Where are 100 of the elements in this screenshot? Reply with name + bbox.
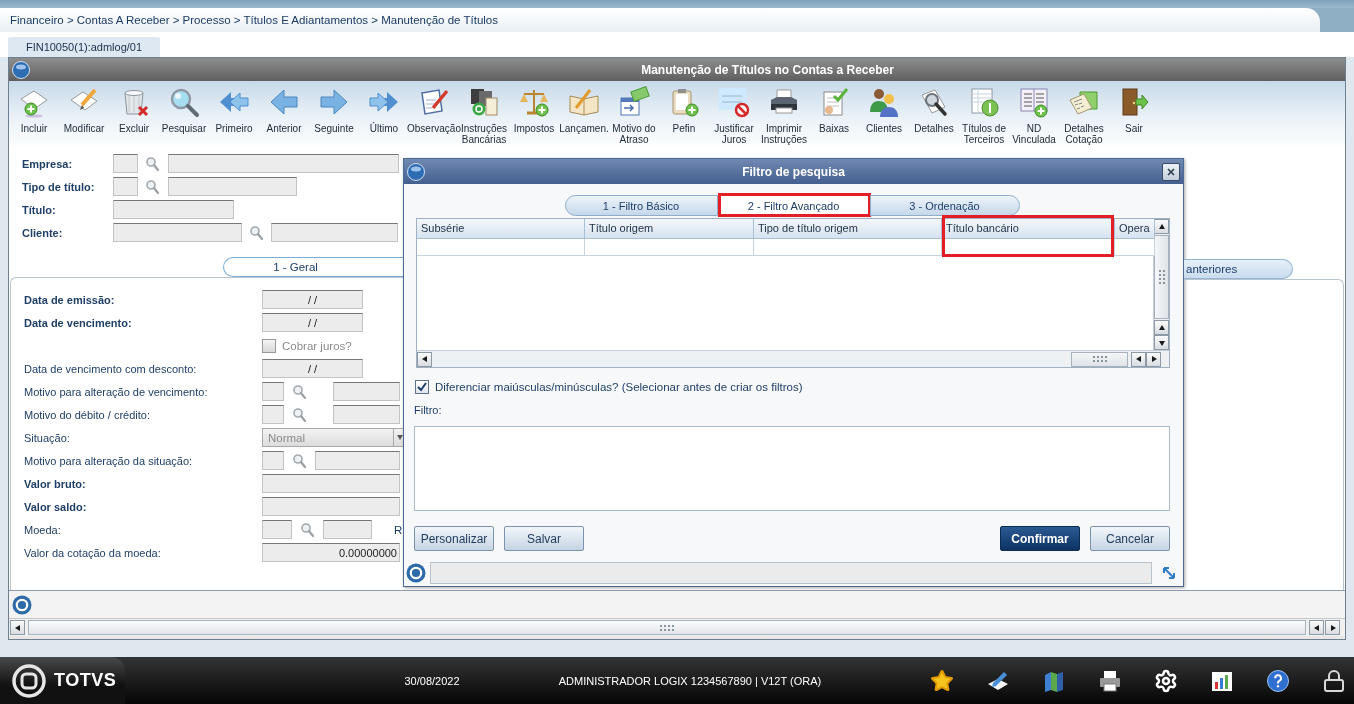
scroll-left-button[interactable] [10, 620, 25, 635]
search-icon[interactable] [145, 155, 159, 172]
code-field[interactable] [113, 223, 242, 242]
toolbar-button[interactable]: Observação [409, 81, 459, 145]
description-field[interactable] [271, 223, 398, 242]
book-pencil-icon [568, 86, 600, 118]
scroll-left-button[interactable] [417, 351, 432, 367]
toolbar-button[interactable]: Excluir [109, 81, 159, 145]
code-field[interactable] [262, 520, 292, 539]
up-arrow-icon [1157, 323, 1166, 332]
field-label: Valor saldo: [24, 500, 87, 513]
dialog-button[interactable]: Personalizar [414, 526, 494, 551]
toolbar-button[interactable]: Sair [1109, 81, 1159, 145]
logo-icon [407, 162, 425, 181]
filter-textarea[interactable] [414, 426, 1170, 511]
description-field[interactable] [168, 154, 399, 173]
toolbar-button[interactable]: Detalhes [909, 81, 959, 145]
code-field[interactable] [113, 154, 138, 173]
tab[interactable]: 3 - Ordenação [869, 195, 1020, 216]
help-icon[interactable] [1266, 668, 1290, 693]
scroll-right-button[interactable] [1146, 351, 1161, 367]
description-field[interactable] [333, 405, 400, 424]
search-icon[interactable] [292, 383, 306, 400]
date-field[interactable]: / / [262, 313, 363, 332]
toolbar-button[interactable]: Clientes [859, 81, 909, 145]
toolbar-button[interactable]: Lançamen. [559, 81, 609, 145]
toolbar-button[interactable]: ND Vinculada [1009, 81, 1059, 145]
tab[interactable]: 1 - Filtro Básico [564, 195, 718, 216]
text-field[interactable] [113, 200, 234, 219]
window-title: Manutenção de Títulos no Contas a Receber [641, 62, 894, 77]
dialog-button[interactable]: Cancelar [1090, 526, 1170, 551]
scrollbar-thumb[interactable] [28, 620, 1306, 635]
description-field[interactable] [315, 451, 400, 470]
toolbar-button[interactable]: Detalhes Cotação [1059, 81, 1109, 145]
checkbox-label: Diferenciar maiúsculas/minúsculas? (Selecionar antes de criar os filtros) [435, 381, 803, 393]
scroll-right-button[interactable] [1325, 620, 1340, 635]
dialog-button[interactable]: Salvar [504, 526, 584, 551]
search-icon[interactable] [249, 224, 263, 241]
toolbar-button[interactable]: Impostos [509, 81, 559, 145]
description-field[interactable] [333, 382, 400, 401]
star-icon[interactable] [930, 668, 954, 693]
settings-icon[interactable] [1154, 668, 1178, 693]
toolbar-button[interactable]: Incluir [9, 81, 59, 145]
close-button[interactable] [1162, 162, 1180, 181]
toolbar-button[interactable]: Títulos de Terceiros [959, 81, 1009, 145]
search-icon[interactable] [292, 452, 306, 469]
column-header[interactable]: Tipo de título origem [754, 219, 942, 239]
column-header[interactable]: Título bancário [942, 219, 1115, 239]
search-icon[interactable] [145, 178, 159, 195]
toolbar-button[interactable]: Imprimir Instruções [759, 81, 809, 145]
code-field[interactable] [262, 382, 284, 401]
amount-field[interactable] [262, 474, 400, 493]
toolbar-button[interactable]: Modificar [59, 81, 109, 145]
scroll-down-button[interactable] [1154, 335, 1169, 350]
toolbar-button[interactable]: Justificar Juros [709, 81, 759, 145]
dialog-button[interactable]: Confirmar [1000, 526, 1080, 551]
field-label: Motivo para alteração da situação: [24, 454, 193, 467]
tab[interactable]: 2 - Filtro Avançado [717, 195, 870, 216]
session-tab[interactable]: FIN10050(1):admlog/01 [8, 37, 160, 57]
left-arrow-icon [1134, 355, 1143, 363]
table-cell[interactable] [585, 239, 754, 256]
scroll-left-button[interactable] [1309, 620, 1324, 635]
printer-icon[interactable] [1098, 668, 1122, 693]
toolbar-button[interactable]: Motivo do Atraso [609, 81, 659, 145]
scrollbar-thumb[interactable] [1154, 235, 1169, 319]
toolbar-button[interactable]: Pesquisar [159, 81, 209, 145]
toolbar-button[interactable]: Instruções Bancárias [459, 81, 509, 145]
code-field[interactable] [113, 177, 138, 196]
tab[interactable]: anteriores [1184, 259, 1293, 279]
date-field[interactable]: / / [262, 359, 363, 378]
lock-icon[interactable] [1322, 668, 1346, 693]
scroll-left-button[interactable] [1131, 351, 1146, 367]
column-header[interactable]: Título origem [585, 219, 754, 239]
checkbox[interactable] [415, 380, 429, 394]
search-icon[interactable] [300, 521, 314, 538]
amount-field[interactable] [262, 497, 400, 516]
search-icon[interactable] [292, 406, 306, 423]
column-header[interactable]: Subsérie [417, 219, 585, 239]
toolbar-button[interactable]: Primeiro [209, 81, 259, 145]
table-cell[interactable] [1115, 239, 1155, 256]
toolbar-button[interactable]: Pefin [659, 81, 709, 145]
up-arrow-icon [1157, 222, 1166, 231]
left-arrow-icon [420, 355, 429, 363]
code-field[interactable] [262, 451, 284, 470]
description-field[interactable] [168, 177, 297, 196]
ring-icon [406, 562, 426, 583]
column-header[interactable]: Opera [1115, 219, 1155, 239]
scrollbar-thumb[interactable] [1071, 351, 1128, 367]
field-label: Título: [22, 203, 56, 216]
table-cell[interactable] [754, 239, 942, 256]
amount-field[interactable]: 0.00000000 [262, 543, 400, 562]
table-cell[interactable] [417, 239, 585, 256]
scroll-up-button[interactable] [1154, 320, 1169, 335]
description-field[interactable] [323, 520, 372, 539]
code-field[interactable] [262, 405, 284, 424]
toolbar-button[interactable]: Seguinte [309, 81, 359, 145]
date-field[interactable]: / / [262, 290, 363, 309]
toolbar-button[interactable]: Anterior [259, 81, 309, 145]
tab[interactable]: 1 - Geral [223, 257, 403, 277]
toolbar-button[interactable]: Baixas [809, 81, 859, 145]
